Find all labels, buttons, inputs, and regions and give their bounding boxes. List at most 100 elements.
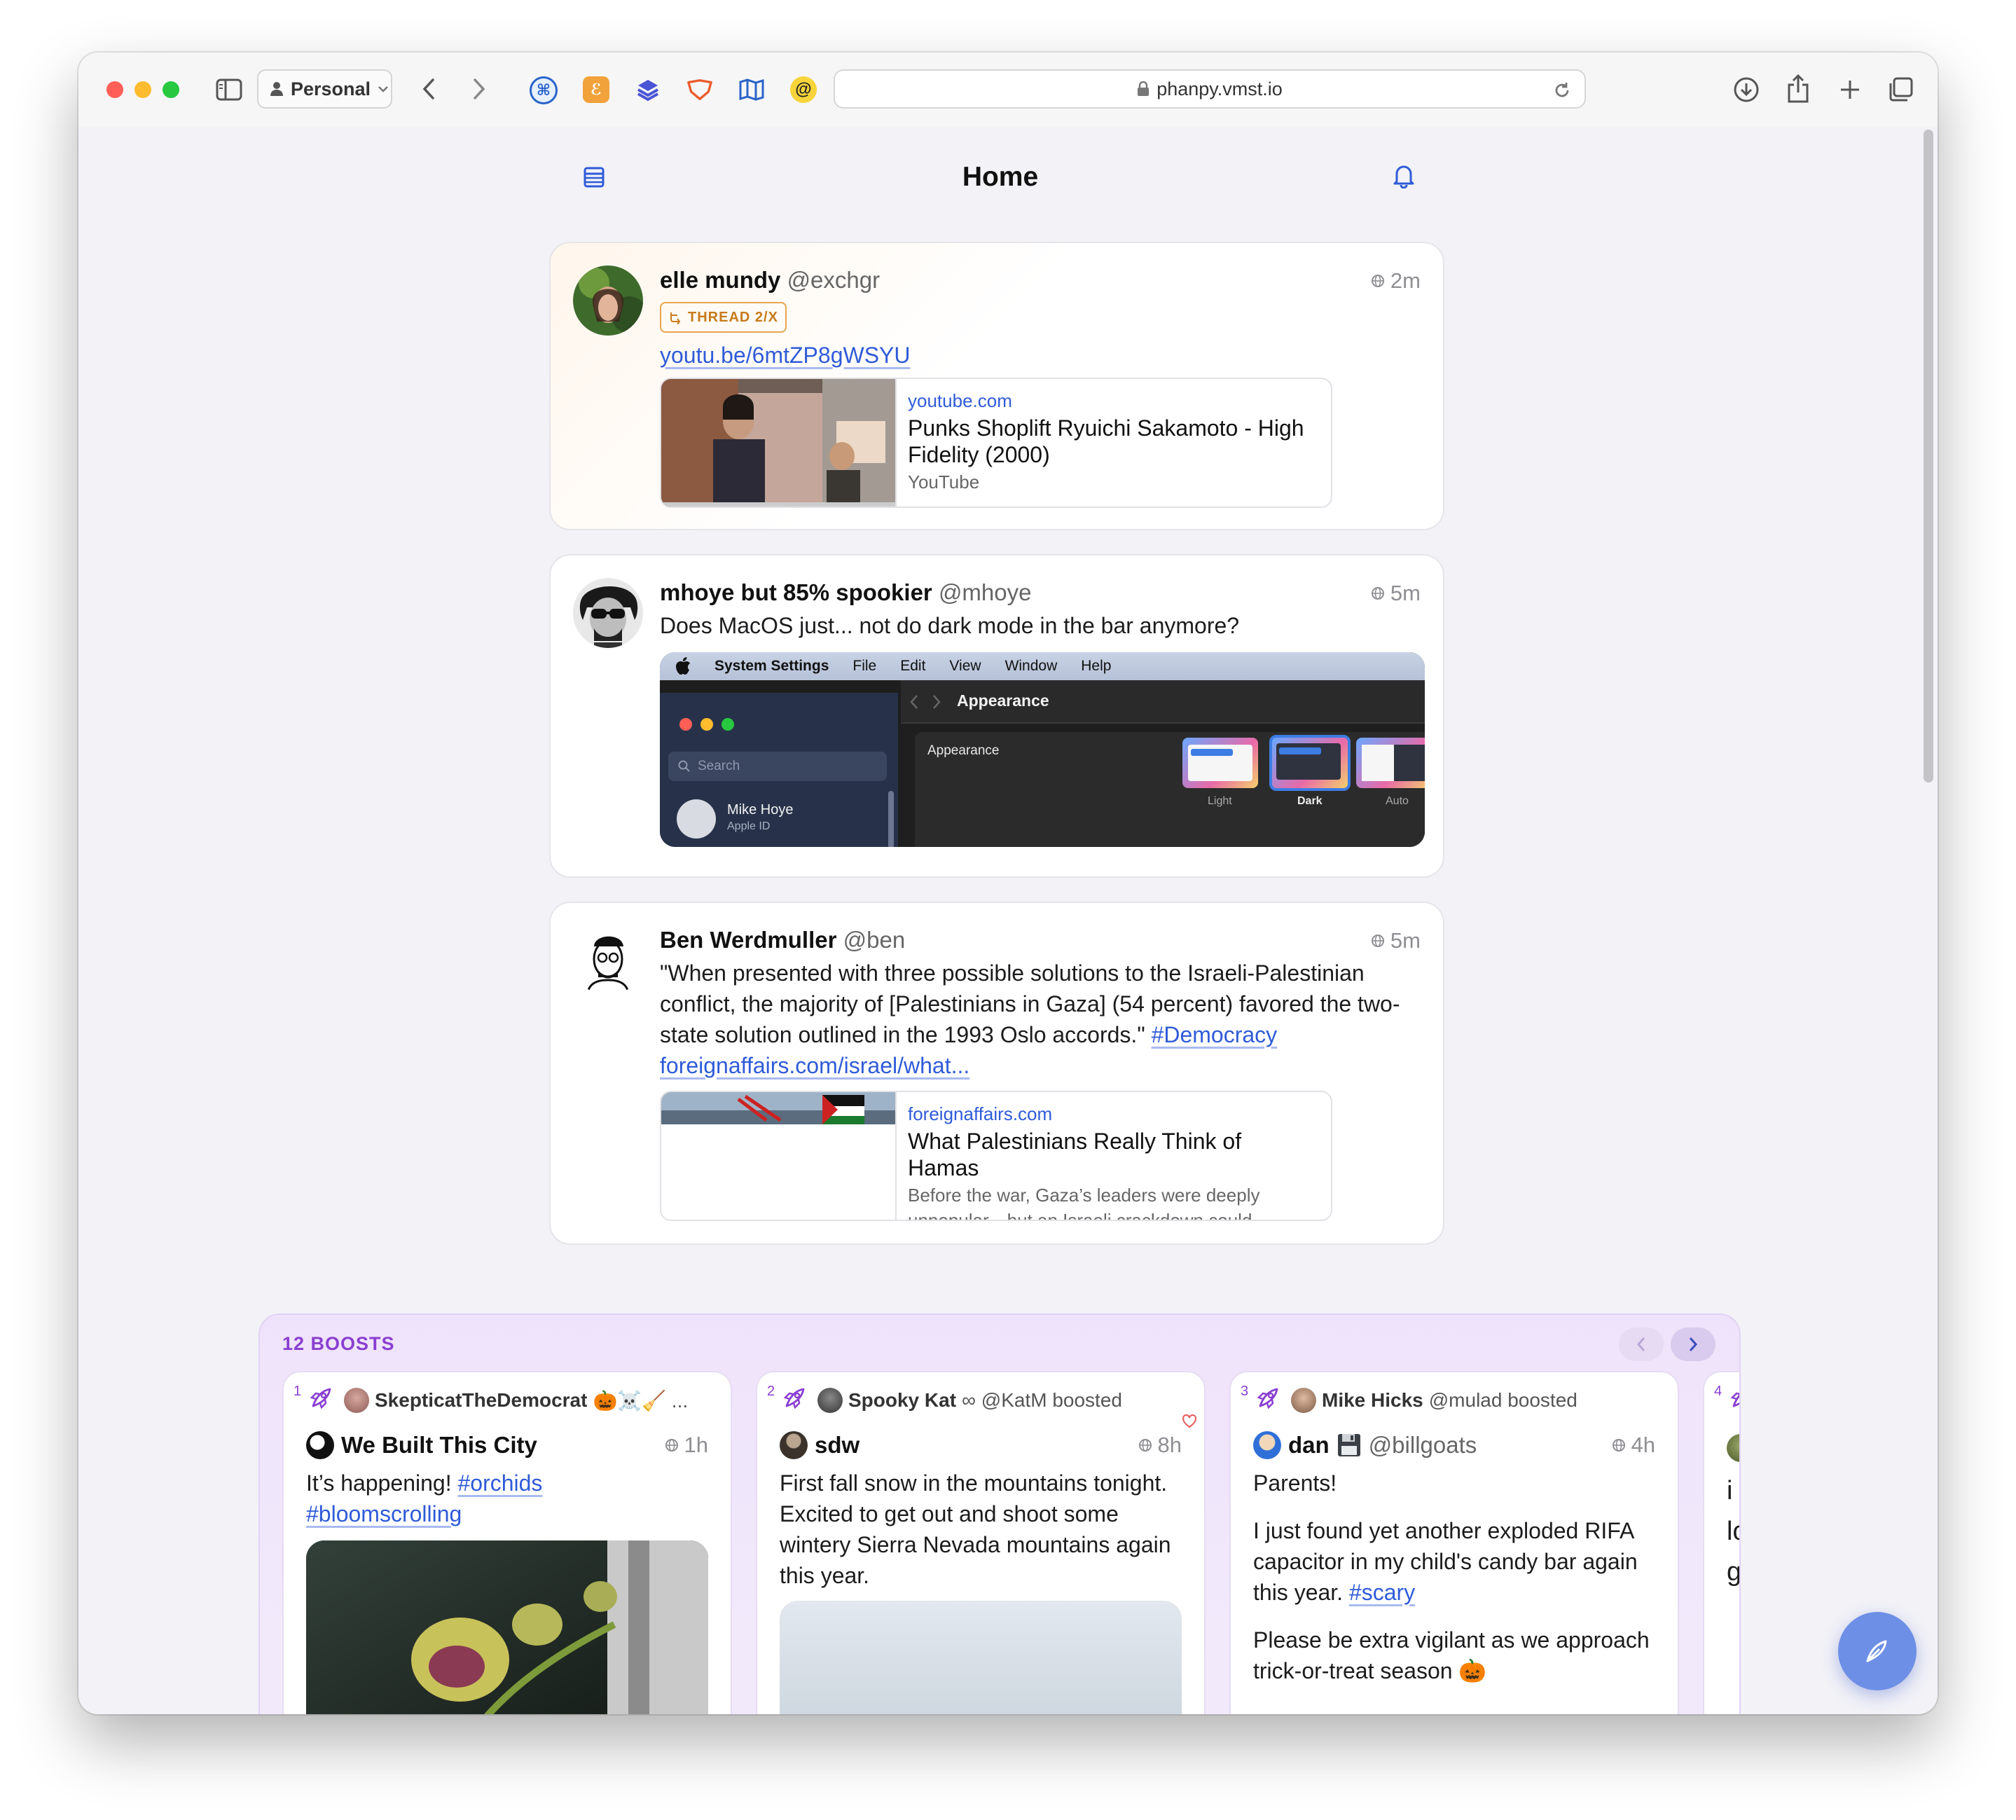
- author-name[interactable]: mhoye but 85% spookier @mhoye: [660, 579, 1032, 606]
- shield-extension-icon[interactable]: [686, 76, 713, 103]
- at-extension-icon[interactable]: @: [790, 76, 817, 103]
- boost-index: 3: [1241, 1384, 1249, 1399]
- link-preview-card[interactable]: youtube.com Punks Shoplift Ryuichi Sakam…: [660, 378, 1332, 508]
- author-name: We Built This City: [341, 1432, 537, 1458]
- post-paragraph: I just found yet another exploded RIFA c…: [1253, 1515, 1666, 1608]
- post-link[interactable]: youtu.be/6mtZP8gWSYU: [660, 343, 910, 368]
- compose-button[interactable]: [1838, 1612, 1917, 1690]
- notifications-bell-icon[interactable]: [1388, 160, 1419, 191]
- minimize-window-button[interactable]: [134, 81, 151, 98]
- post-card[interactable]: mhoye but 85% spookier @mhoye 5m Does Ma…: [549, 554, 1444, 878]
- post-time[interactable]: 5m: [1371, 581, 1421, 606]
- share-icon[interactable]: [1782, 71, 1814, 106]
- display-name: Ben Werdmuller: [660, 927, 837, 953]
- hashtag-link[interactable]: #bloomscrolling: [306, 1501, 462, 1526]
- chevron-right-icon: [1689, 1337, 1698, 1351]
- boosted-author[interactable]: dan @billgoats: [1253, 1431, 1477, 1459]
- booster-avatar: [1291, 1388, 1316, 1413]
- screenshot-menu-item: File: [852, 658, 877, 674]
- author-avatar: [1253, 1431, 1281, 1459]
- avatar[interactable]: [573, 925, 643, 995]
- preview-site: YouTube: [908, 471, 980, 492]
- author-name[interactable]: elle mundy @exchgr: [660, 267, 880, 294]
- post-link[interactable]: foreignaffairs.com/israel/what...: [660, 1053, 969, 1078]
- post-image-attachment[interactable]: System Settings File Edit View Window He…: [660, 652, 1425, 847]
- author-name[interactable]: Ben Werdmuller @ben: [660, 927, 905, 953]
- author-handle: @ben: [843, 927, 906, 953]
- globe-icon: [1371, 935, 1384, 947]
- post-time-text: 5m: [1390, 928, 1421, 953]
- boosted-post-card[interactable]: 3 Mike Hicks @mulad boosted dan @billgoats…: [1229, 1371, 1679, 1714]
- post-time[interactable]: 8h: [1138, 1433, 1182, 1458]
- post-paragraph: Parents!: [1253, 1470, 1337, 1496]
- zoom-window-button[interactable]: [163, 81, 179, 98]
- hashtag-link[interactable]: #orchids: [457, 1470, 542, 1496]
- post-text: First fall snow in the mountains tonight…: [780, 1470, 1171, 1588]
- post-time[interactable]: 2m: [1371, 268, 1421, 294]
- booster-line[interactable]: Mike Hicks @mulad boosted: [1291, 1388, 1577, 1413]
- globe-icon: [1612, 1439, 1625, 1452]
- close-window-button[interactable]: [106, 81, 123, 98]
- booster-suffix: @mulad boosted: [1428, 1389, 1577, 1411]
- boosted-post-card[interactable]: 4 i a lo gi: [1703, 1371, 1739, 1714]
- back-icon[interactable]: [415, 75, 443, 103]
- post-image[interactable]: [306, 1540, 708, 1714]
- boosted-author[interactable]: We Built This City: [306, 1431, 537, 1459]
- post-content: Parents! I just found yet another explod…: [1253, 1468, 1666, 1686]
- booster-line[interactable]: SkepticatTheDemocrat 🎃☠️🧹 ...: [344, 1388, 688, 1413]
- boost-index: 4: [1714, 1384, 1722, 1399]
- boosted-author[interactable]: sdw: [780, 1431, 859, 1459]
- download-icon[interactable]: [1730, 74, 1762, 106]
- browser-window: Personal ⌘ ℰ @ phanpy.vmst.io Home elle …: [78, 53, 1938, 1714]
- carousel-prev-button[interactable]: [1619, 1328, 1664, 1361]
- sidebar-toggle-icon[interactable]: [213, 74, 245, 106]
- post-time[interactable]: 1h: [665, 1433, 708, 1458]
- url-bar[interactable]: phanpy.vmst.io: [834, 69, 1586, 109]
- hashtag-link[interactable]: #Democracy: [1152, 1022, 1278, 1047]
- avatar[interactable]: [573, 266, 643, 336]
- globe-icon: [1138, 1439, 1152, 1452]
- screenshot-setting-label: Appearance: [927, 743, 1000, 758]
- preview-title: What Palestinians Really Think of Hamas: [908, 1129, 1242, 1180]
- post-time[interactable]: 4h: [1612, 1433, 1655, 1458]
- reload-icon[interactable]: [1552, 81, 1572, 100]
- author-name: sdw: [815, 1432, 860, 1458]
- forward-icon[interactable]: [465, 75, 493, 103]
- link-preview-card[interactable]: foreignaffairs.com What Palestinians Rea…: [660, 1091, 1332, 1221]
- boosted-post-card[interactable]: 2 Spooky Kat ∞ @KatM boosted sdw 8h First…: [756, 1371, 1206, 1714]
- screenshot-main: Appearance Appearance Light Dark Auto: [901, 680, 1425, 847]
- post-text: I just found yet another exploded RIFA c…: [1253, 1518, 1638, 1605]
- avatar[interactable]: [573, 578, 643, 648]
- preview-domain: foreignaffairs.com: [908, 1103, 1053, 1124]
- timeline-menu-icon[interactable]: [579, 162, 609, 193]
- post-time[interactable]: 5m: [1371, 928, 1421, 953]
- carousel-next-button[interactable]: [1671, 1328, 1715, 1361]
- preview-thumbnail: [661, 379, 897, 506]
- booster-suffix: 🎃☠️🧹 ...: [593, 1389, 689, 1412]
- thread-badge-label: THREAD 2/X: [688, 309, 778, 325]
- tab-overview-icon[interactable]: [1884, 74, 1917, 106]
- e-extension-icon[interactable]: ℰ: [583, 76, 609, 103]
- preview-title: Punks Shoplift Ryuichi Sakamoto - High F…: [908, 415, 1304, 467]
- screenshot-menu-item: View: [949, 658, 981, 674]
- post-paragraph: Please be extra vigilant as we approach …: [1253, 1627, 1650, 1683]
- post-card[interactable]: Ben Werdmuller @ben 5m "When presented w…: [549, 902, 1444, 1245]
- author-handle: @mhoye: [938, 579, 1032, 605]
- author-handle: @billgoats: [1368, 1432, 1477, 1458]
- layers-extension-icon[interactable]: [635, 76, 661, 103]
- new-tab-icon[interactable]: [1834, 74, 1866, 106]
- map-extension-icon[interactable]: [738, 76, 765, 103]
- profile-switcher[interactable]: Personal: [257, 69, 392, 109]
- post-image[interactable]: [780, 1601, 1182, 1714]
- command-extension-icon[interactable]: ⌘: [530, 76, 558, 104]
- post-content: i a lo gi: [1727, 1470, 1739, 1592]
- scrollbar-thumb[interactable]: [1924, 130, 1933, 783]
- booster-line[interactable]: Spooky Kat ∞ @KatM boosted: [817, 1388, 1122, 1413]
- author-handle: @exchgr: [787, 267, 881, 293]
- post-content: It’s happening! #orchids #bloomscrolling: [306, 1468, 719, 1529]
- hashtag-link[interactable]: #scary: [1349, 1580, 1415, 1605]
- phanpy-page: Home elle mundy @exchgr 2m THREAD 2/X yo…: [78, 127, 1938, 1714]
- post-card[interactable]: elle mundy @exchgr 2m THREAD 2/X youtu.b…: [549, 242, 1444, 530]
- post-text: "When presented with three possible solu…: [660, 960, 1400, 1047]
- boosted-post-card[interactable]: 1 SkepticatTheDemocrat 🎃☠️🧹 ... We Built …: [282, 1371, 732, 1714]
